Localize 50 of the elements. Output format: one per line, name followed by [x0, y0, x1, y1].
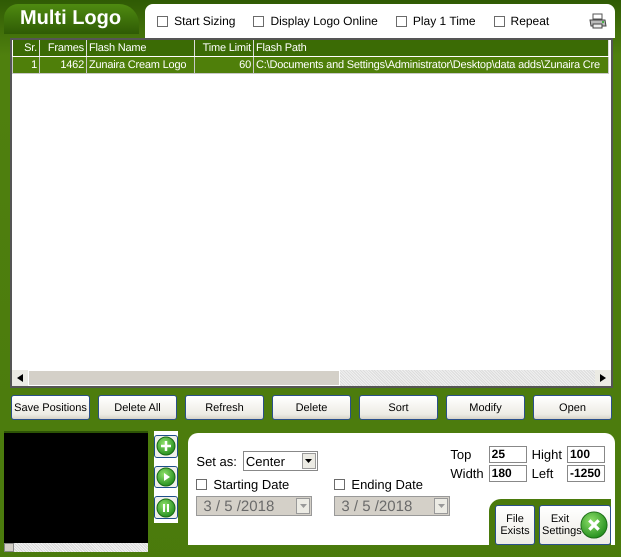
checkbox-label: Ending Date — [351, 477, 423, 492]
dropdown-arrow-icon[interactable] — [305, 459, 312, 463]
printer-icon[interactable] — [589, 13, 607, 29]
field-label: Width — [450, 466, 484, 481]
table-cell: Zunaira Cream Logo — [86, 56, 194, 74]
checkbox-label: Repeat — [510, 14, 550, 28]
round-button[interactable] — [154, 435, 178, 458]
action-button[interactable]: File Exists — [495, 505, 535, 545]
table-cell: 1462 — [40, 56, 86, 74]
preview-scrollbar[interactable] — [4, 543, 148, 552]
column-header[interactable]: Frames — [40, 40, 86, 56]
action-button[interactable]: Delete All — [98, 395, 177, 420]
column-header[interactable]: Sr. — [12, 40, 40, 56]
action-button[interactable]: Open — [533, 395, 612, 420]
table-cell: 60 — [194, 56, 254, 74]
action-button[interactable]: Sort — [359, 395, 438, 420]
action-button[interactable]: Modify — [446, 395, 525, 420]
input-field[interactable]: 100 — [567, 446, 605, 463]
table-cell: 1 — [12, 56, 40, 74]
scroll-right-icon[interactable] — [600, 374, 606, 382]
checkbox[interactable] — [396, 16, 407, 26]
checkbox-label: Start Sizing — [174, 14, 236, 28]
input-field[interactable]: -1250 — [567, 465, 605, 482]
action-button[interactable]: Save Positions — [11, 395, 90, 420]
close-icon — [580, 510, 608, 540]
window-title: Multi Logo — [4, 4, 140, 34]
action-button[interactable]: Refresh — [185, 395, 264, 420]
checkbox-label: Display Logo Online — [270, 14, 378, 28]
checkbox[interactable] — [253, 16, 264, 26]
column-header[interactable]: Time Limit — [194, 40, 254, 56]
field-label: Top — [450, 447, 472, 462]
table-cell: C:\Documents and Settings\Administrator\Desktop\data adds\Zunaira Cre — [254, 56, 608, 74]
checkbox-label: Starting Date — [213, 477, 290, 492]
checkbox[interactable] — [494, 16, 505, 26]
position-dropdown[interactable]: Center — [242, 451, 318, 471]
horizontal-scrollbar[interactable] — [12, 370, 611, 386]
field-label: Left — [532, 466, 554, 481]
column-header[interactable]: Flash Path — [254, 40, 608, 56]
field-label: Hight — [532, 447, 562, 462]
round-button[interactable] — [154, 466, 178, 488]
action-button[interactable]: Delete — [272, 395, 351, 420]
checkbox-label: Play 1 Time — [412, 14, 476, 28]
field-label: Set as: — [196, 454, 237, 468]
scroll-left-icon[interactable] — [17, 374, 23, 382]
round-button[interactable] — [154, 496, 178, 520]
checkbox[interactable] — [157, 16, 168, 26]
column-header[interactable]: Flash Name — [86, 40, 194, 56]
action-button[interactable]: Exit Settings — [539, 505, 611, 545]
input-field[interactable]: 25 — [488, 446, 527, 463]
input-field[interactable]: 180 — [488, 465, 527, 482]
